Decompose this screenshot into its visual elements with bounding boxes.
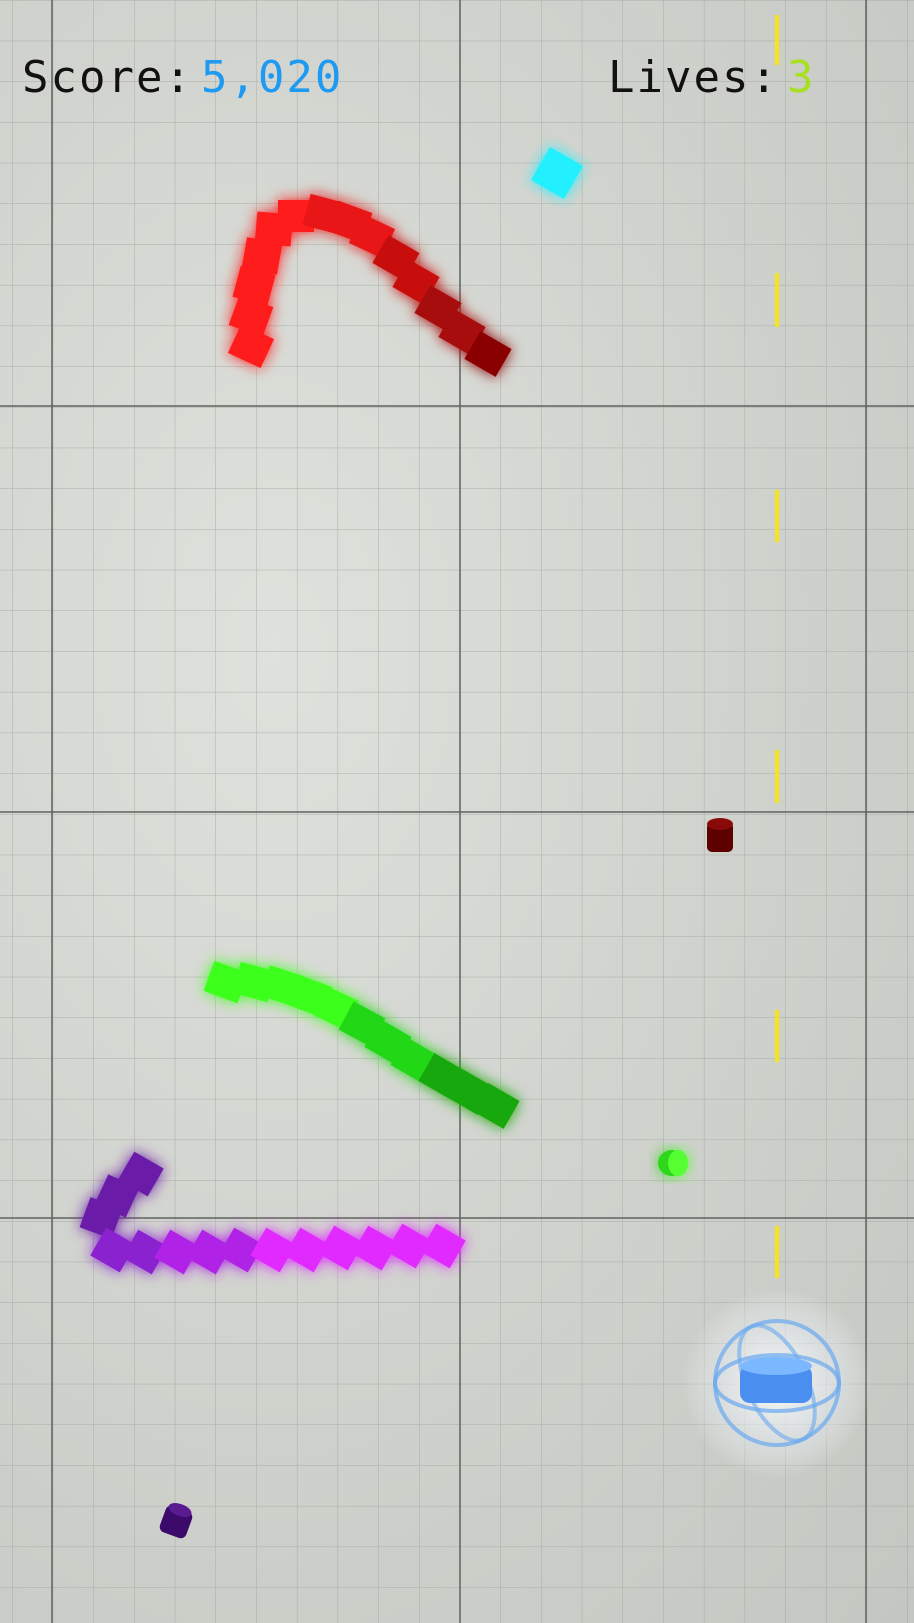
red-pellet-icon bbox=[707, 818, 733, 852]
green-pellet-icon bbox=[658, 1150, 688, 1176]
score-label: Score: bbox=[22, 52, 193, 103]
game-board[interactable] bbox=[0, 0, 914, 1623]
lives-display: Lives: 3 bbox=[608, 52, 815, 103]
score-value: 5,020 bbox=[200, 52, 344, 103]
lives-label: Lives: bbox=[608, 52, 779, 103]
player-orb-icon[interactable] bbox=[682, 1288, 872, 1478]
score-display: Score: 5,020 bbox=[22, 52, 343, 103]
lives-value: 3 bbox=[786, 52, 816, 103]
